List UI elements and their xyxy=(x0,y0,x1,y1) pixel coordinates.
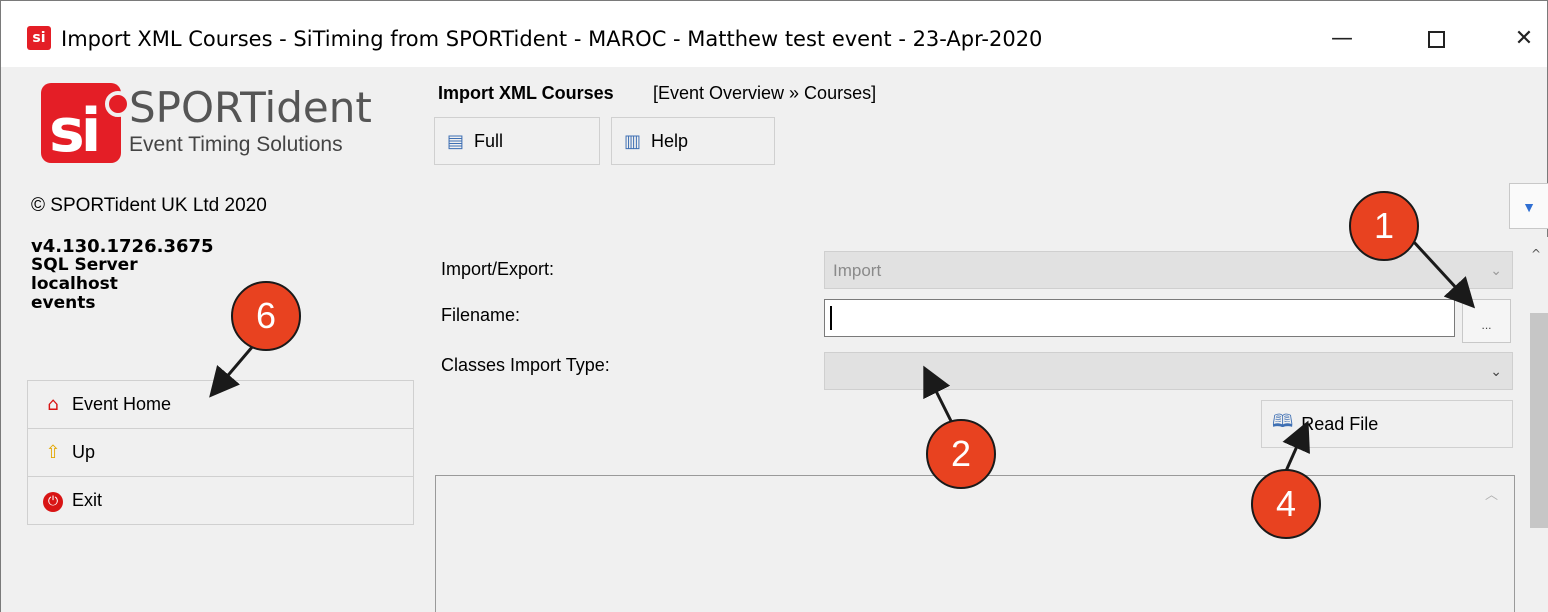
title-bar[interactable]: si Import XML Courses - SiTiming from SP… xyxy=(1,1,1547,67)
logo-brand-name: SPORTident xyxy=(129,83,372,132)
output-log-area[interactable]: ︿ xyxy=(435,475,1515,612)
nav-item-event-home[interactable]: ⌂ Event Home xyxy=(27,380,414,429)
window-title: Import XML Courses - SiTiming from SPORT… xyxy=(61,27,1043,51)
help-book-icon: ▥ xyxy=(624,130,642,152)
up-arrow-icon: ⇧ xyxy=(45,442,61,463)
annotation-callout-4: 4 xyxy=(1251,469,1321,539)
help-button-label: Help xyxy=(651,130,689,151)
nav-item-up[interactable]: ⇧ Up xyxy=(27,428,414,477)
read-file-button[interactable]: 🕮 Read File xyxy=(1261,400,1513,448)
browse-button[interactable]: ... xyxy=(1462,299,1511,343)
annotation-callout-2: 2 xyxy=(926,419,996,489)
page-title: Import XML Courses xyxy=(438,83,614,103)
full-button-label: Full xyxy=(474,130,504,151)
nav-item-label: Exit xyxy=(72,490,103,510)
import-export-value: Import xyxy=(833,261,882,280)
logo-dot xyxy=(105,91,131,117)
minimize-button[interactable]: — xyxy=(1313,15,1371,63)
import-export-label: Import/Export: xyxy=(441,259,555,279)
open-book-icon: 🕮 xyxy=(1272,411,1294,432)
sportident-logo: si SPORTident Event Timing Solutions xyxy=(41,81,381,167)
client-area: si SPORTident Event Timing Solutions © S… xyxy=(1,67,1548,612)
logo-mark: si xyxy=(41,83,131,166)
read-file-label: Read File xyxy=(1301,413,1379,434)
full-button[interactable]: ▤ Full xyxy=(434,117,600,165)
nav-menu: ⌂ Event Home ⇧ Up ⏻ Exit xyxy=(27,380,414,525)
scroll-up-icon[interactable]: ︿ xyxy=(1485,484,1498,503)
text-caret xyxy=(830,306,832,330)
logo-mark-text: si xyxy=(49,96,101,166)
filename-input[interactable] xyxy=(824,299,1455,337)
version-number: v4.130.1726.3675 xyxy=(31,236,214,257)
home-icon: ⌂ xyxy=(47,394,59,415)
version-info: v4.130.1726.3675 SQL Server localhost ev… xyxy=(31,237,214,313)
scrollbar-thumb[interactable] xyxy=(1530,313,1548,528)
nav-item-exit[interactable]: ⏻ Exit xyxy=(27,476,414,525)
app-window: si Import XML Courses - SiTiming from SP… xyxy=(0,0,1548,612)
classes-import-type-select[interactable]: ⌄ xyxy=(824,352,1513,390)
annotation-callout-6: 6 xyxy=(231,281,301,351)
chevron-down-icon: ⌄ xyxy=(1490,263,1502,279)
help-button[interactable]: ▥ Help xyxy=(611,117,775,165)
db-host: localhost xyxy=(31,274,118,294)
import-export-select: Import ⌄ xyxy=(824,251,1513,289)
app-icon: si xyxy=(27,26,51,50)
db-name: events xyxy=(31,293,96,313)
power-icon-wrap: ⏻ xyxy=(40,489,66,512)
maximize-icon xyxy=(1427,30,1445,48)
close-button[interactable]: ✕ xyxy=(1495,15,1548,63)
logo-tagline: Event Timing Solutions xyxy=(129,133,343,156)
document-icon: ▤ xyxy=(447,130,465,152)
breadcrumb[interactable]: [Event Overview » Courses] xyxy=(653,83,876,104)
nav-item-label: Event Home xyxy=(72,394,172,414)
filename-label: Filename: xyxy=(441,305,521,325)
nav-item-label: Up xyxy=(72,442,96,462)
db-type: SQL Server xyxy=(31,255,138,275)
classes-import-type-label: Classes Import Type: xyxy=(441,355,610,375)
chevron-down-icon: ⌄ xyxy=(1490,364,1502,380)
panel-dropdown-button[interactable]: ▼ xyxy=(1509,183,1548,229)
scroll-up-icon[interactable]: ^ xyxy=(1531,247,1541,261)
maximize-button[interactable] xyxy=(1407,15,1465,63)
annotation-callout-1: 1 xyxy=(1349,191,1419,261)
copyright-text: © SPORTident UK Ltd 2020 xyxy=(31,195,267,216)
vertical-scrollbar[interactable]: ^ xyxy=(1527,237,1548,612)
power-icon: ⏻ xyxy=(43,492,63,512)
